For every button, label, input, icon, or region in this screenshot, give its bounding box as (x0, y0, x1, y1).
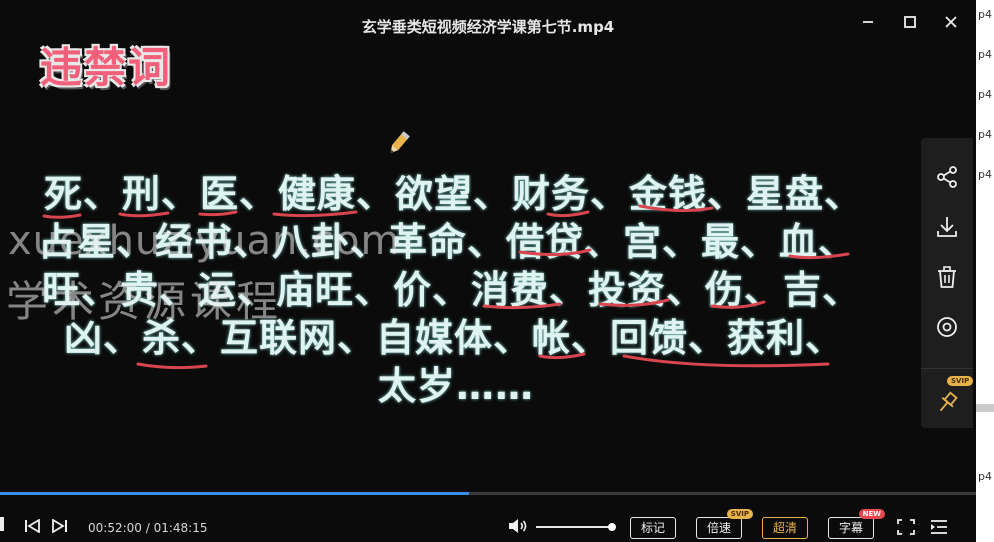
underline-mark (482, 302, 562, 310)
underline-mark (518, 248, 592, 257)
underline-mark (638, 204, 714, 213)
video-player[interactable]: 玄学垂类短视频经济学课第七节.mp4 违禁词 死、刑、医、健康、欲望、财务、金钱… (0, 0, 976, 542)
progress-bar[interactable] (0, 492, 976, 495)
speed-button[interactable]: 倍速 SVIP (696, 509, 753, 539)
volume-icon[interactable] (508, 518, 528, 534)
panel-divider (921, 368, 973, 369)
delete-icon[interactable] (934, 264, 960, 290)
total-time: 01:48:15 (153, 521, 208, 535)
underline-mark (538, 352, 586, 360)
file-list-item[interactable]: p4 (978, 8, 992, 21)
watermark-text: 学术资源课程 (6, 277, 283, 326)
underline-mark (622, 354, 830, 368)
subtitle-label: 字幕 (838, 521, 863, 535)
watermark-url: xuexhuziyuan.com (8, 218, 401, 264)
progress-fill (0, 492, 469, 495)
target-icon[interactable] (934, 314, 960, 340)
file-list-item[interactable]: p4 (978, 470, 992, 483)
underline-mark (272, 210, 358, 218)
underline-mark (710, 300, 766, 309)
quality-label: 超清 (772, 521, 797, 535)
pin-icon[interactable] (934, 390, 960, 416)
volume-slider[interactable] (536, 523, 616, 531)
control-bar: 00:52:00 / 01:48:15 标记 倍速 SVIP 超清 字幕 NEW (0, 505, 976, 542)
mark-button[interactable]: 标记 (630, 517, 676, 539)
previous-icon[interactable] (24, 519, 40, 533)
time-display: 00:52:00 / 01:48:15 (88, 521, 207, 535)
file-list-item[interactable]: p4 (978, 88, 992, 101)
underline-mark (598, 298, 670, 307)
share-icon[interactable] (934, 164, 960, 190)
playlist-icon[interactable] (930, 519, 948, 535)
speed-label: 倍速 (706, 521, 731, 535)
underline-mark (788, 252, 850, 260)
time-separator: / (141, 521, 154, 535)
new-badge: NEW (858, 509, 885, 519)
underline-mark (42, 213, 82, 219)
side-tool-panel: SVIP (921, 138, 974, 428)
underline-mark (118, 211, 170, 218)
underline-mark (546, 210, 590, 218)
subtitle-button[interactable]: 字幕 NEW (828, 509, 885, 539)
background-file-list: p4 p4 p4 p4 p4 p4 (976, 0, 994, 542)
scrollbar-thumb[interactable] (976, 404, 994, 412)
next-icon[interactable] (52, 519, 68, 533)
mark-label: 标记 (640, 521, 665, 535)
svip-badge: SVIP (726, 509, 753, 519)
underline-mark (198, 210, 238, 217)
quality-button[interactable]: 超清 (762, 517, 808, 539)
play-button-edge[interactable] (0, 517, 4, 531)
file-list-item[interactable]: p4 (978, 168, 992, 181)
file-list-item[interactable]: p4 (978, 48, 992, 61)
current-time: 00:52:00 (88, 521, 142, 535)
file-list-item[interactable]: p4 (978, 128, 992, 141)
svip-badge: SVIP (947, 376, 974, 386)
underline-mark (136, 362, 208, 370)
fullscreen-icon[interactable] (897, 519, 915, 535)
download-icon[interactable] (934, 214, 960, 240)
volume-knob[interactable] (608, 523, 616, 531)
